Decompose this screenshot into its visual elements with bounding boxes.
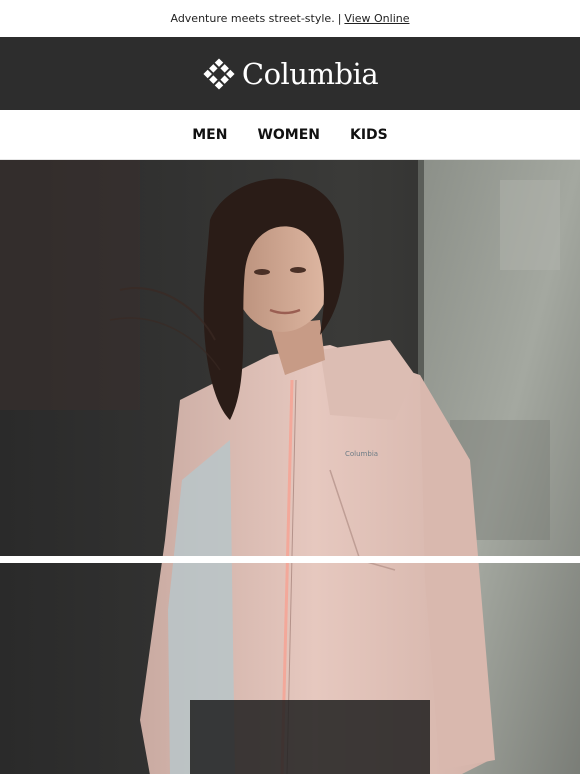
- nav-kids-link[interactable]: KIDS: [350, 127, 388, 143]
- columbia-diamond-logo-icon: [203, 57, 235, 90]
- brand-name: Columbia: [241, 56, 379, 91]
- hero-image[interactable]: Columbia: [0, 160, 580, 774]
- category-nav: MEN WOMEN KIDS: [0, 110, 580, 160]
- view-online-link[interactable]: View Online: [344, 12, 409, 25]
- woman-in-pink-rain-jacket-photo: Columbia: [0, 160, 580, 774]
- nav-men-link[interactable]: MEN: [192, 127, 227, 143]
- jacket-logo-text: Columbia: [345, 450, 378, 458]
- preheader: Adventure meets street-style. | View Onl…: [0, 0, 580, 37]
- brand-header: Columbia: [0, 37, 580, 110]
- preheader-separator: |: [337, 12, 342, 25]
- brand-logo[interactable]: Columbia: [202, 56, 379, 91]
- image-divider: [0, 556, 580, 563]
- nav-women-link[interactable]: WOMEN: [257, 127, 320, 143]
- preheader-text: Adventure meets street-style.: [170, 12, 335, 25]
